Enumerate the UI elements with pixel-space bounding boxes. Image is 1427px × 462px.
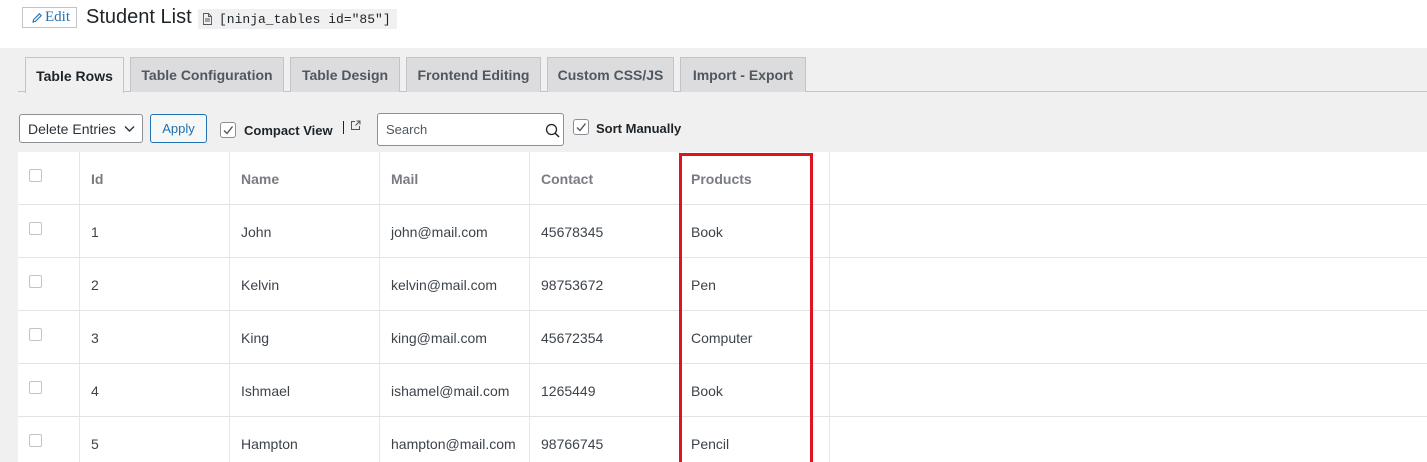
column-header-mail[interactable]: Mail [379, 152, 529, 205]
tab-frontend-editing[interactable]: Frontend Editing [406, 57, 541, 92]
row-select-cell [18, 417, 79, 462]
cell-name: Ishmael [229, 364, 379, 417]
check-icon [576, 123, 587, 132]
row-checkbox[interactable] [29, 275, 42, 288]
edit-label: Edit [45, 9, 70, 25]
table-row[interactable]: 4 Ishmael ishamel@mail.com 1265449 Book [18, 364, 1427, 417]
cell-id: 2 [79, 258, 229, 311]
cell-mail: hampton@mail.com [379, 417, 529, 462]
search-icon[interactable] [545, 123, 560, 138]
sort-manually-label[interactable]: Sort Manually [596, 121, 681, 136]
cell-name: Hampton [229, 417, 379, 462]
column-header-contact[interactable]: Contact [529, 152, 679, 205]
table-header-row: Id Name Mail Contact Products [18, 152, 1427, 205]
empty-header-cell [829, 152, 1427, 205]
check-icon [223, 126, 234, 135]
cell-products: Pencil [679, 417, 829, 462]
select-all-checkbox[interactable] [29, 169, 42, 182]
page-header: Edit Student List [ninja_tables id="85"] [0, 0, 1427, 48]
tab-custom-css-js[interactable]: Custom CSS/JS [547, 57, 674, 92]
row-select-cell [18, 258, 79, 311]
row-select-cell [18, 364, 79, 417]
cell-mail: ishamel@mail.com [379, 364, 529, 417]
cell-mail: king@mail.com [379, 311, 529, 364]
cell-name: King [229, 311, 379, 364]
cell-contact: 98766745 [529, 417, 679, 462]
column-header-products[interactable]: Products [679, 152, 829, 205]
cell-contact: 98753672 [529, 258, 679, 311]
row-select-cell [18, 205, 79, 258]
cell-contact: 1265449 [529, 364, 679, 417]
empty-cell [829, 258, 1427, 311]
shortcode-box[interactable]: [ninja_tables id="85"] [198, 9, 397, 29]
tab-table-design[interactable]: Table Design [290, 57, 400, 92]
table-row[interactable]: 3 King king@mail.com 45672354 Computer [18, 311, 1427, 364]
shortcode-text: [ninja_tables id="85"] [219, 11, 391, 27]
column-header-id[interactable]: Id [79, 152, 229, 205]
cell-products: Computer [679, 311, 829, 364]
compact-view-checkbox[interactable] [220, 122, 236, 138]
document-icon [203, 13, 212, 25]
cell-mail: john@mail.com [379, 205, 529, 258]
search-input[interactable] [377, 113, 564, 146]
empty-cell [829, 205, 1427, 258]
compact-view-label[interactable]: Compact View [244, 123, 333, 138]
cell-products: Pen [679, 258, 829, 311]
bulk-action-select[interactable]: Delete Entries [19, 114, 143, 143]
select-all-cell [18, 152, 79, 205]
page-title: Student List [86, 6, 192, 28]
table-row[interactable]: 5 Hampton hampton@mail.com 98766745 Penc… [18, 417, 1427, 462]
external-link-icon[interactable] [350, 120, 361, 131]
empty-cell [829, 311, 1427, 364]
cell-contact: 45678345 [529, 205, 679, 258]
row-checkbox[interactable] [29, 328, 42, 341]
cell-name: John [229, 205, 379, 258]
sort-manually-checkbox[interactable] [573, 119, 589, 135]
table-row[interactable]: 1 John john@mail.com 45678345 Book [18, 205, 1427, 258]
chevron-down-icon [124, 126, 135, 132]
tab-table-configuration[interactable]: Table Configuration [130, 57, 284, 92]
tab-import-export[interactable]: Import - Export [680, 57, 806, 92]
empty-cell [829, 364, 1427, 417]
cell-id: 3 [79, 311, 229, 364]
data-table: Id Name Mail Contact Products 1 John joh… [18, 152, 1427, 462]
empty-cell [829, 417, 1427, 462]
edit-link[interactable]: Edit [22, 7, 77, 28]
table-row[interactable]: 2 Kelvin kelvin@mail.com 98753672 Pen [18, 258, 1427, 311]
apply-button[interactable]: Apply [150, 114, 207, 143]
cell-mail: kelvin@mail.com [379, 258, 529, 311]
cell-id: 4 [79, 364, 229, 417]
bulk-action-value: Delete Entries [28, 120, 116, 137]
row-checkbox[interactable] [29, 434, 42, 447]
cell-products: Book [679, 364, 829, 417]
row-checkbox[interactable] [29, 381, 42, 394]
cell-id: 1 [79, 205, 229, 258]
cell-id: 5 [79, 417, 229, 462]
row-select-cell [18, 311, 79, 364]
pencil-icon [32, 12, 42, 23]
cell-products: Book [679, 205, 829, 258]
column-header-name[interactable]: Name [229, 152, 379, 205]
cell-name: Kelvin [229, 258, 379, 311]
separator [343, 121, 344, 134]
tab-table-rows[interactable]: Table Rows [25, 57, 124, 93]
row-checkbox[interactable] [29, 222, 42, 235]
cell-contact: 45672354 [529, 311, 679, 364]
